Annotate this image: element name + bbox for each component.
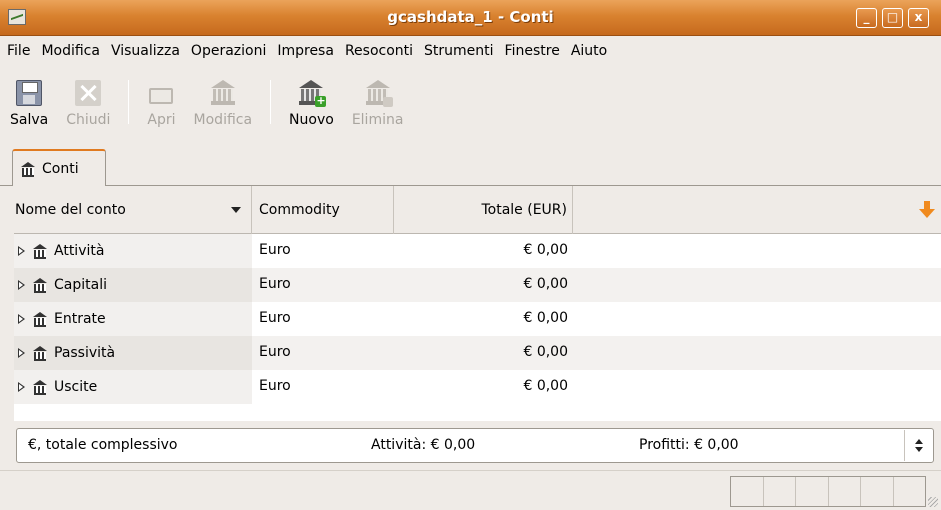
open-account-icon bbox=[148, 80, 174, 106]
title-bar[interactable]: gcashdata_1 - Conti _ □ x bbox=[0, 0, 941, 36]
column-header-name[interactable]: Nome del conto bbox=[14, 186, 252, 234]
column-total-label: Totale (EUR) bbox=[481, 202, 567, 218]
menu-modifica[interactable]: Modifica bbox=[36, 43, 105, 59]
account-total: € 0,00 bbox=[523, 242, 568, 258]
account-total: € 0,00 bbox=[523, 344, 568, 360]
account-name: Entrate bbox=[54, 311, 106, 327]
account-name: Capitali bbox=[54, 277, 107, 293]
spin-down-icon bbox=[914, 447, 923, 452]
account-commodity: Euro bbox=[259, 310, 291, 326]
window-title: gcashdata_1 - Conti bbox=[387, 8, 554, 26]
bank-icon bbox=[33, 380, 48, 395]
progress-bar bbox=[730, 476, 926, 507]
account-total: € 0,00 bbox=[523, 378, 568, 394]
close-window-button[interactable]: x bbox=[908, 8, 929, 28]
new-label: Nuovo bbox=[289, 112, 334, 128]
column-commodity-label: Commodity bbox=[259, 202, 340, 218]
resize-grip-icon[interactable] bbox=[928, 497, 938, 507]
summary-label: €, totale complessivo bbox=[28, 437, 178, 453]
close-button[interactable]: Chiudi bbox=[66, 72, 110, 128]
account-commodity: Euro bbox=[259, 378, 291, 394]
toolbar: Salva Chiudi Apri Modifica + Nuovo Elimi… bbox=[0, 72, 941, 146]
table-row[interactable]: Passività Euro € 0,00 bbox=[14, 336, 941, 370]
column-header-commodity[interactable]: Commodity bbox=[252, 186, 394, 234]
summary-bar[interactable]: €, totale complessivo Attività: € 0,00 P… bbox=[16, 428, 934, 463]
expander-icon[interactable] bbox=[18, 348, 25, 358]
expander-icon[interactable] bbox=[18, 280, 25, 290]
main-window: gcashdata_1 - Conti _ □ x File Modifica … bbox=[0, 0, 941, 510]
account-name: Passività bbox=[54, 345, 116, 361]
accounts-tree: Nome del conto Commodity Totale (EUR) At… bbox=[14, 186, 941, 421]
close-icon bbox=[75, 80, 102, 106]
menu-impresa[interactable]: Impresa bbox=[272, 43, 339, 59]
bank-icon bbox=[33, 346, 48, 361]
account-name: Uscite bbox=[54, 379, 98, 395]
edit-account-button[interactable]: Modifica bbox=[193, 72, 253, 128]
toolbar-separator bbox=[128, 80, 130, 124]
menu-aiuto[interactable]: Aiuto bbox=[566, 43, 612, 59]
menu-visualizza[interactable]: Visualizza bbox=[106, 43, 185, 59]
menu-bar: File Modifica Visualizza Operazioni Impr… bbox=[0, 37, 941, 65]
delete-account-icon bbox=[365, 80, 393, 107]
status-bar bbox=[0, 470, 941, 510]
menu-resoconti[interactable]: Resoconti bbox=[340, 43, 418, 59]
toolbar-separator bbox=[270, 80, 272, 124]
sort-arrow-icon bbox=[231, 207, 241, 213]
menu-strumenti[interactable]: Strumenti bbox=[419, 43, 499, 59]
column-selector-icon[interactable] bbox=[919, 201, 935, 219]
maximize-button[interactable]: □ bbox=[882, 8, 903, 28]
expander-icon[interactable] bbox=[18, 382, 25, 392]
expander-icon[interactable] bbox=[18, 314, 25, 324]
edit-label: Modifica bbox=[193, 112, 253, 128]
open-label: Apri bbox=[147, 112, 176, 128]
save-button[interactable]: Salva bbox=[10, 72, 48, 128]
save-label: Salva bbox=[10, 112, 49, 128]
account-commodity: Euro bbox=[259, 344, 291, 360]
delete-label: Elimina bbox=[351, 112, 404, 128]
account-total: € 0,00 bbox=[523, 276, 568, 292]
table-row[interactable]: Attività Euro € 0,00 bbox=[14, 234, 941, 268]
open-account-button[interactable]: Apri bbox=[147, 72, 176, 128]
minimize-button[interactable]: _ bbox=[856, 8, 877, 28]
account-total: € 0,00 bbox=[523, 310, 568, 326]
account-commodity: Euro bbox=[259, 276, 291, 292]
close-label: Chiudi bbox=[66, 112, 111, 128]
table-row[interactable]: Capitali Euro € 0,00 bbox=[14, 268, 941, 302]
tree-header: Nome del conto Commodity Totale (EUR) bbox=[14, 186, 941, 234]
table-row[interactable]: Entrate Euro € 0,00 bbox=[14, 302, 941, 336]
tab-bar: Conti bbox=[0, 146, 941, 186]
bank-icon bbox=[33, 278, 48, 293]
save-icon bbox=[16, 80, 43, 106]
summary-profits: Profitti: € 0,00 bbox=[639, 437, 739, 453]
expander-icon[interactable] bbox=[18, 246, 25, 256]
delete-account-button[interactable]: Elimina bbox=[351, 72, 404, 128]
tab-label: Conti bbox=[42, 160, 79, 177]
column-header-total[interactable]: Totale (EUR) bbox=[394, 186, 573, 234]
new-account-button[interactable]: + Nuovo bbox=[289, 72, 334, 128]
tab-conti[interactable]: Conti bbox=[12, 149, 106, 186]
bank-icon bbox=[21, 161, 36, 177]
menu-finestre[interactable]: Finestre bbox=[500, 43, 565, 59]
table-row[interactable]: Uscite Euro € 0,00 bbox=[14, 370, 941, 404]
bank-icon bbox=[33, 244, 48, 259]
bank-icon bbox=[33, 312, 48, 327]
new-account-icon: + bbox=[298, 80, 327, 107]
summary-spinner[interactable] bbox=[904, 430, 932, 461]
menu-file[interactable]: File bbox=[2, 43, 35, 59]
summary-assets: Attività: € 0,00 bbox=[371, 437, 476, 453]
account-name: Attività bbox=[54, 243, 105, 259]
spin-up-icon bbox=[914, 439, 923, 444]
account-commodity: Euro bbox=[259, 242, 291, 258]
menu-operazioni[interactable]: Operazioni bbox=[186, 43, 271, 59]
edit-account-icon bbox=[210, 80, 236, 106]
column-name-label: Nome del conto bbox=[15, 202, 126, 218]
